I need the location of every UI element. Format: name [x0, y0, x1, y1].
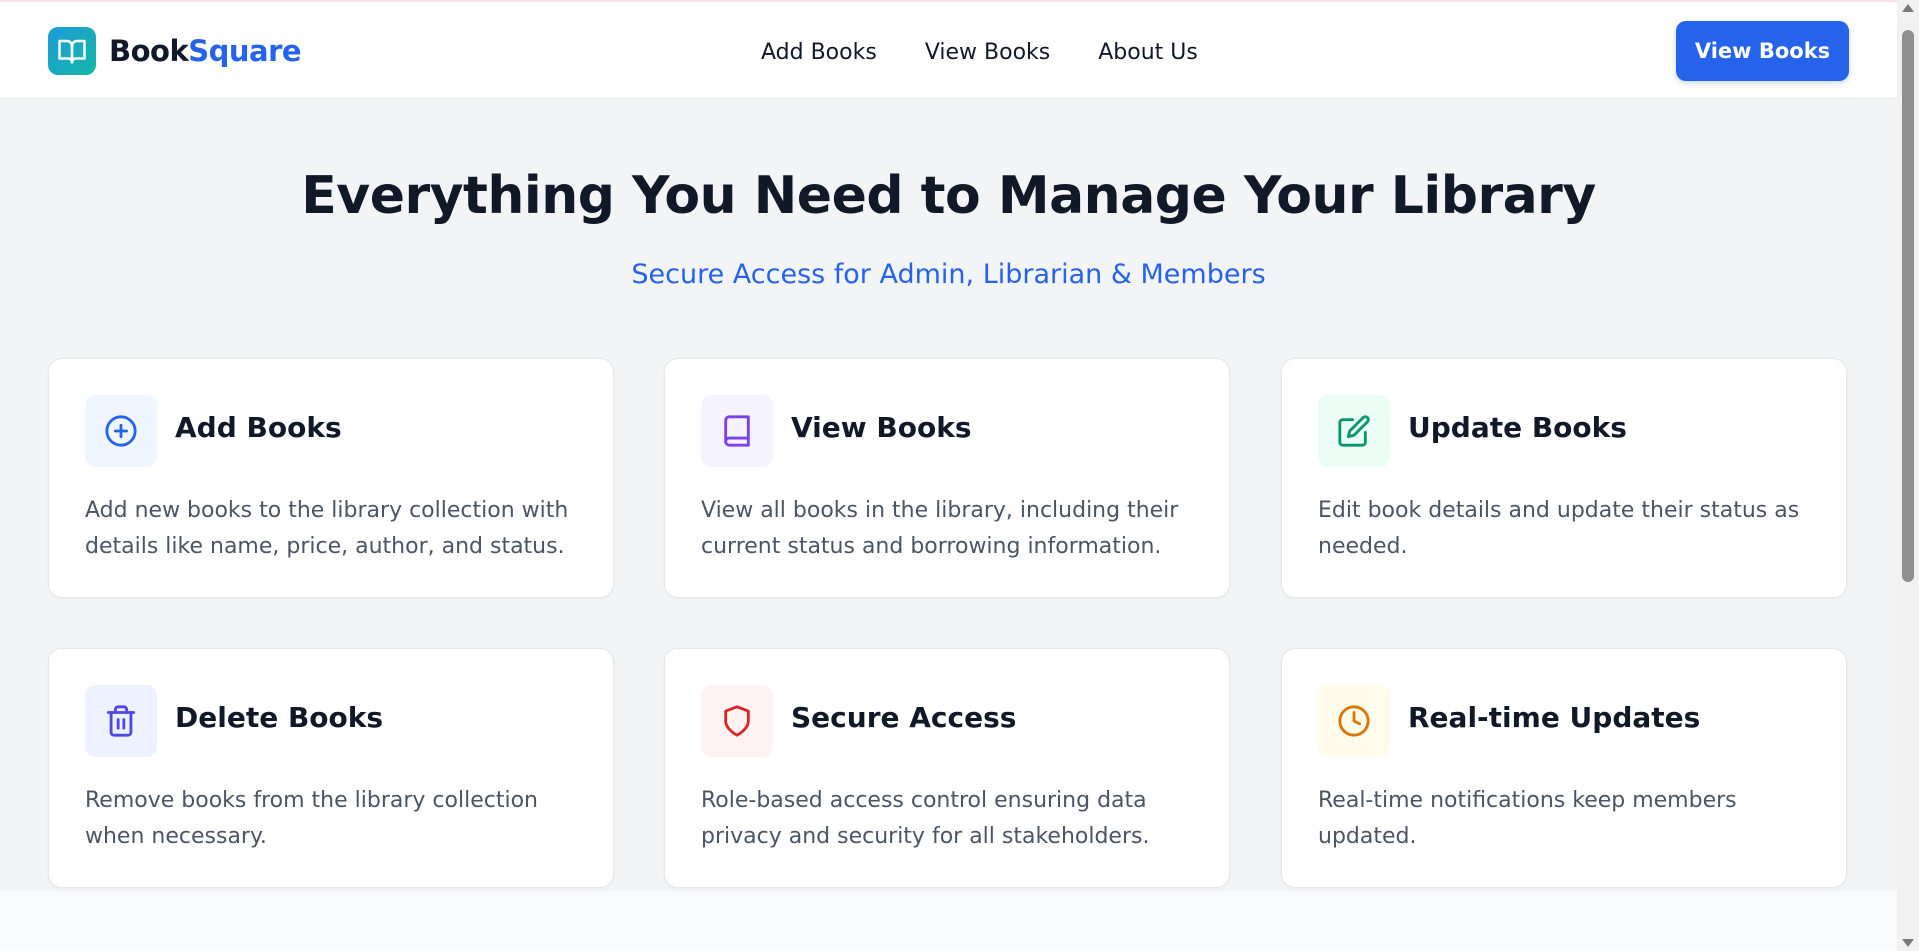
brand-name: BookSquare — [109, 34, 302, 68]
clock-icon — [1318, 685, 1390, 757]
edit-icon — [1318, 395, 1390, 467]
feature-title: Real-time Updates — [1408, 701, 1701, 734]
hero-title: Everything You Need to Manage Your Libra… — [301, 166, 1596, 226]
nav-links: Add Books View Books About Us — [761, 4, 1198, 101]
feature-description: View all books in the library, including… — [701, 498, 1179, 559]
scroll-up-arrow-icon[interactable] — [1902, 4, 1914, 12]
vertical-scrollbar[interactable] — [1897, 0, 1919, 951]
feature-description: Remove books from the library collection… — [85, 788, 538, 849]
feature-description: Role-based access control ensuring data … — [701, 788, 1150, 849]
brand[interactable]: BookSquare — [48, 27, 302, 75]
feature-title: Secure Access — [791, 701, 1017, 734]
navbar: BookSquare Add Books View Books About Us… — [0, 2, 1897, 99]
feature-title: Delete Books — [175, 701, 384, 734]
trash-icon — [85, 685, 157, 757]
scrollbar-thumb[interactable] — [1902, 30, 1914, 582]
nav-link-view-books[interactable]: View Books — [925, 40, 1050, 65]
hero-subtitle: Secure Access for Admin, Librarian & Mem… — [631, 259, 1266, 290]
scroll-down-arrow-icon[interactable] — [1902, 939, 1914, 947]
feature-card-view-books: View Books View all books in the library… — [664, 358, 1230, 598]
feature-description: Real-time notifications keep members upd… — [1318, 788, 1737, 849]
page: BookSquare Add Books View Books About Us… — [0, 0, 1897, 951]
shield-icon — [701, 685, 773, 757]
book-open-icon — [48, 27, 96, 75]
plus-circle-icon — [85, 395, 157, 467]
feature-description: Add new books to the library collection … — [85, 498, 569, 559]
nav-link-about-us[interactable]: About Us — [1098, 40, 1198, 65]
feature-card-add-books: Add Books Add new books to the library c… — [48, 358, 614, 598]
footer-strip — [0, 891, 1897, 951]
feature-description: Edit book details and update their statu… — [1318, 498, 1800, 559]
feature-card-delete-books: Delete Books Remove books from the libra… — [48, 648, 614, 888]
feature-title: Add Books — [175, 411, 342, 444]
brand-name-part1: Book — [109, 34, 189, 68]
nav-link-add-books[interactable]: Add Books — [761, 40, 877, 65]
feature-title: Update Books — [1408, 411, 1627, 444]
book-icon — [701, 395, 773, 467]
feature-card-secure-access: Secure Access Role-based access control … — [664, 648, 1230, 888]
feature-card-update-books: Update Books Edit book details and updat… — [1281, 358, 1847, 598]
feature-title: View Books — [791, 411, 972, 444]
brand-name-part2: Square — [188, 34, 302, 68]
feature-card-real-time-updates: Real-time Updates Real-time notification… — [1281, 648, 1847, 888]
view-books-button[interactable]: View Books — [1676, 21, 1849, 81]
